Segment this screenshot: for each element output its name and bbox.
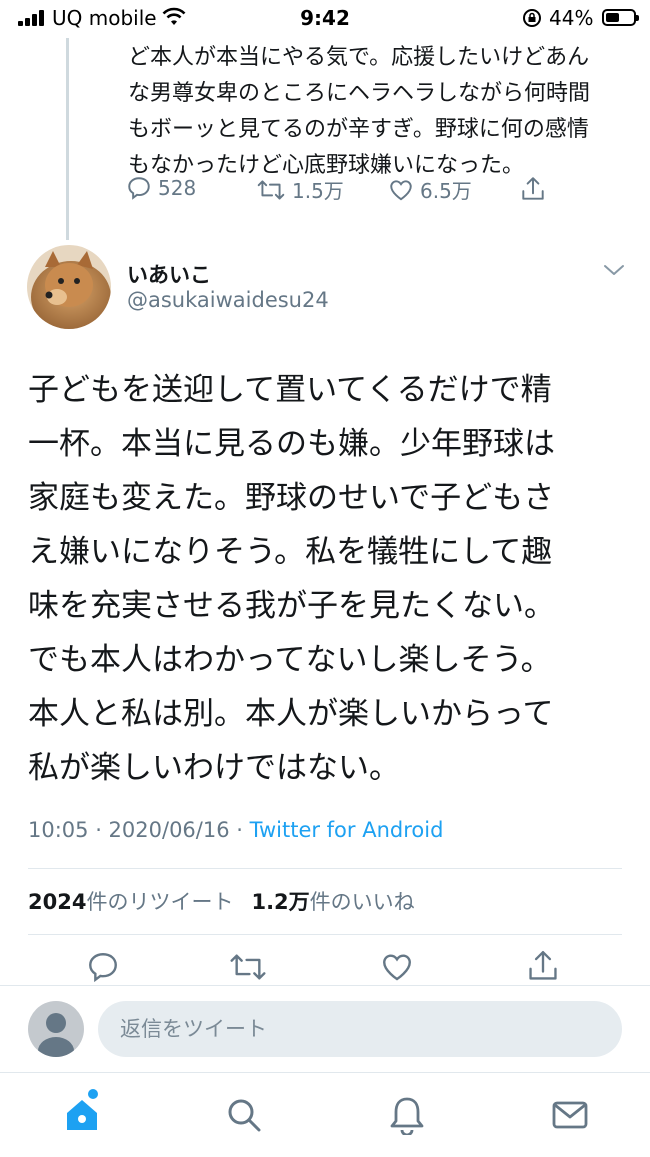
previous-tweet-line: な男尊女卑のところにヘラヘラしながら何時間 [128, 81, 591, 106]
share-icon[interactable] [526, 948, 560, 984]
like-label: 件のいいね [309, 890, 415, 914]
tab-notifications[interactable] [385, 1093, 429, 1137]
reply-icon[interactable] [86, 950, 120, 984]
tweet-text-line: 子どもを送迎して置いてくるだけで精 [28, 372, 552, 408]
heart-icon [390, 179, 412, 200]
tweet-stats: 2024件のリツイート 1.2万件のいいね [28, 886, 415, 916]
previous-retweet-button[interactable]: 1.5万 [256, 175, 344, 204]
tab-search[interactable] [222, 1093, 266, 1137]
author-name[interactable]: いあいこ [127, 259, 211, 289]
notifications-icon [390, 1097, 424, 1135]
previous-tweet-actions: 528 1.5万 6.5万 [126, 175, 626, 211]
pomeranian-dog-photo [27, 245, 111, 329]
notification-dot [88, 1089, 98, 1099]
like-count: 1.2万 [251, 890, 310, 914]
retweet-label: 件のリツイート [86, 890, 234, 914]
previous-retweet-count: 1.5万 [292, 179, 344, 203]
tweet-text-line: え嫌いになりそう。私を犠牲にして趣 [28, 534, 553, 570]
tweet-text-line: 本人と私は別。本人が楽しいからって [28, 696, 554, 732]
tweet-text: 子どもを送迎して置いてくるだけで精 一杯。本当に見るのも嫌。少年野球は 家庭も変… [28, 363, 628, 795]
search-icon [228, 1099, 261, 1132]
tweet-text-line: 一杯。本当に見るのも嫌。少年野球は [28, 426, 555, 462]
tweet-text-line: 私が楽しいわけではない。 [28, 750, 400, 786]
previous-share-button[interactable] [520, 175, 546, 203]
rotation-lock-icon [523, 9, 541, 27]
tab-messages[interactable] [548, 1093, 592, 1137]
tweet-text-line: 味を充実させる我が子を見たくない。 [28, 588, 555, 624]
author-handle[interactable]: @asukaiwaidesu24 [127, 288, 329, 312]
tab-home[interactable] [60, 1089, 104, 1137]
reply-input[interactable] [98, 1001, 622, 1057]
previous-tweet-line: もボーッと見てるのが辛すぎ。野球に何の感情 [128, 117, 589, 142]
reply-icon [128, 177, 150, 200]
home-icon [67, 1100, 97, 1130]
default-avatar-icon [38, 1013, 74, 1057]
bottom-navigation [0, 1072, 650, 1157]
battery-percentage: 44% [549, 6, 594, 30]
previous-like-count: 6.5万 [420, 179, 472, 203]
heart-icon[interactable] [380, 950, 414, 984]
tweet-source-link[interactable]: Twitter for Android [250, 818, 444, 842]
user-avatar[interactable] [28, 1001, 84, 1057]
previous-tweet-line: ど本人が本当にやる気で。応援したいけどあん [128, 45, 590, 70]
retweets-stat[interactable]: 2024件のリツイート [28, 890, 233, 914]
tweet-meta: 10:05 · 2020/06/16 · Twitter for Android [28, 818, 443, 842]
status-bar: UQ mobile 9:42 44% [0, 0, 650, 38]
retweet-icon[interactable] [228, 950, 268, 984]
previous-like-button[interactable]: 6.5万 [388, 175, 472, 204]
battery-icon [602, 9, 639, 26]
retweet-count: 2024 [28, 890, 87, 914]
reply-bar [0, 985, 650, 1072]
author-avatar[interactable] [27, 245, 111, 329]
previous-reply-count: 528 [158, 176, 197, 200]
divider [28, 934, 622, 935]
likes-stat[interactable]: 1.2万件のいいね [251, 890, 414, 914]
divider [28, 868, 622, 869]
messages-icon [552, 1101, 588, 1129]
tweet-text-line: でも本人はわかってないし楽しそう。 [28, 642, 552, 678]
tweet-actions [0, 950, 650, 990]
tweet-text-line: 家庭も変えた。野球のせいで子どもさ [28, 480, 555, 516]
previous-tweet-text[interactable]: ど本人が本当にやる気で。応援したいけどあん な男尊女卑のところにヘラヘラしながら… [128, 40, 628, 184]
thread-connector [66, 38, 69, 240]
tweet-timestamp: 10:05 · 2020/06/16 · [28, 818, 250, 842]
share-icon [522, 177, 544, 200]
previous-reply-button[interactable]: 528 [126, 175, 196, 201]
chevron-down-icon[interactable] [602, 262, 626, 278]
retweet-icon [257, 179, 285, 200]
